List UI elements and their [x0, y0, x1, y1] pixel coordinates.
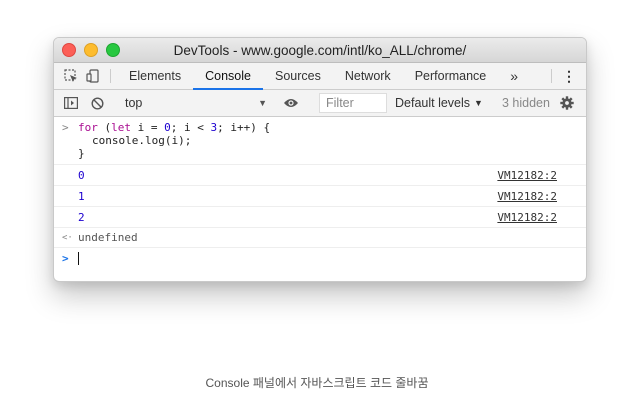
hidden-count: 3 hidden	[501, 96, 550, 110]
code-line-2: console.log(i);	[92, 134, 192, 147]
input-prompt-marker: >	[62, 121, 69, 134]
context-label: top	[125, 96, 143, 110]
devtools-window: DevTools - www.google.com/intl/ko_ALL/ch…	[53, 37, 587, 282]
log-levels-label: Default levels	[395, 96, 471, 110]
text-cursor	[78, 251, 79, 265]
minimize-window-button[interactable]	[84, 43, 98, 57]
eye-icon[interactable]	[280, 97, 302, 109]
zoom-window-button[interactable]	[106, 43, 120, 57]
code-text: i =	[131, 121, 165, 134]
tab-network[interactable]: Network	[333, 63, 403, 89]
dropdown-arrow-icon: ▼	[258, 98, 267, 108]
gear-icon[interactable]	[556, 96, 578, 110]
console-prompt[interactable]: >	[54, 248, 586, 268]
tab-elements[interactable]: Elements	[117, 63, 193, 89]
number-literal: 0	[164, 121, 171, 134]
log-entry: 0 VM12182:2	[54, 165, 586, 186]
toolbar-divider	[551, 69, 552, 83]
log-entry: 2 VM12182:2	[54, 207, 586, 228]
sidebar-toggle-icon[interactable]	[60, 97, 82, 109]
kebab-menu-icon[interactable]: ⋮	[558, 63, 580, 89]
more-tabs-button[interactable]: »	[498, 63, 530, 89]
filter-input[interactable]: Filter	[319, 93, 387, 113]
panel-tab-bar: Elements Console Sources Network Perform…	[54, 63, 586, 90]
code-text: ; i <	[170, 121, 211, 134]
console-output: > for (let i = 0; i < 3; i++) { console.…	[54, 117, 586, 268]
figure-caption: Console 패널에서 자바스크립트 코드 줄바꿈	[205, 376, 429, 390]
return-value-entry: <· undefined	[54, 228, 586, 248]
title-bar: DevTools - www.google.com/intl/ko_ALL/ch…	[54, 38, 586, 63]
inspect-element-icon[interactable]	[60, 63, 82, 89]
log-value: 1	[78, 189, 85, 203]
clear-console-icon[interactable]	[86, 96, 108, 110]
window-title: DevTools - www.google.com/intl/ko_ALL/ch…	[173, 42, 467, 58]
return-marker: <·	[62, 232, 73, 243]
code-text: ; i++) {	[217, 121, 271, 134]
device-toolbar-icon[interactable]	[82, 63, 104, 89]
log-entry: 1 VM12182:2	[54, 186, 586, 207]
log-value: 2	[78, 210, 85, 224]
log-value: 0	[78, 168, 85, 182]
keyword-for: for	[78, 121, 98, 134]
console-toolbar: top ▼ Filter Default levels ▼ 3 hidden	[54, 90, 586, 117]
code-line-1: for (let i = 0; i < 3; i++) {	[54, 121, 586, 134]
keyword-let: let	[111, 121, 131, 134]
source-link[interactable]: VM12182:2	[497, 211, 557, 224]
code-text: (	[97, 121, 112, 134]
source-link[interactable]: VM12182:2	[497, 169, 557, 182]
source-link[interactable]: VM12182:2	[497, 190, 557, 203]
window-controls	[62, 43, 120, 57]
dropdown-arrow-icon: ▼	[474, 98, 483, 108]
close-window-button[interactable]	[62, 43, 76, 57]
context-selector[interactable]: top ▼	[121, 96, 267, 110]
tab-sources[interactable]: Sources	[263, 63, 333, 89]
tab-performance[interactable]: Performance	[403, 63, 499, 89]
code-line-3: }	[78, 147, 85, 160]
console-input-entry: > for (let i = 0; i < 3; i++) { console.…	[54, 117, 586, 165]
toolbar-divider	[110, 69, 111, 83]
tab-console[interactable]: Console	[193, 63, 263, 90]
prompt-marker: >	[62, 251, 69, 265]
log-levels-dropdown[interactable]: Default levels ▼	[395, 96, 483, 110]
